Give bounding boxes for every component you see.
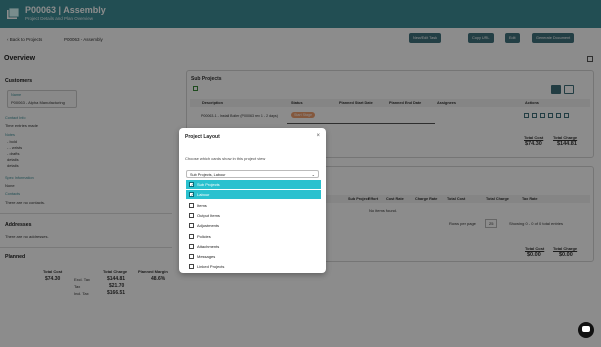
checkbox-icon[interactable] bbox=[189, 243, 194, 249]
option-item[interactable]: Attachments bbox=[186, 242, 321, 251]
checkbox-icon[interactable] bbox=[189, 223, 194, 229]
option-label: Attachments bbox=[197, 243, 220, 249]
checkbox-icon[interactable] bbox=[189, 212, 194, 218]
option-item[interactable]: Output Items bbox=[186, 211, 321, 220]
option-label: Labour bbox=[197, 192, 210, 198]
option-item[interactable]: Messages bbox=[186, 252, 321, 261]
option-label: Adjustments bbox=[197, 223, 220, 229]
option-item[interactable]: Items bbox=[186, 201, 321, 210]
checkbox-icon[interactable] bbox=[189, 202, 194, 208]
layout-select-value: Sub Projects, Labour bbox=[190, 172, 226, 177]
option-label: Policies bbox=[197, 233, 211, 239]
project-layout-dialog: Project Layout × Choose which cards show… bbox=[179, 128, 326, 273]
checkbox-icon[interactable] bbox=[189, 233, 194, 239]
checkmark-icon: ✓ bbox=[190, 191, 195, 197]
option-label: Sub Projects bbox=[197, 182, 220, 187]
option-item[interactable]: Linked Projects bbox=[186, 262, 321, 271]
chat-icon[interactable] bbox=[578, 322, 594, 338]
dialog-description: Choose which cards show in this project … bbox=[185, 156, 266, 161]
option-label: Output Items bbox=[197, 212, 220, 218]
checkbox-checked-icon[interactable]: ✓ bbox=[189, 182, 194, 187]
option-item[interactable]: ✓ Labour bbox=[186, 190, 321, 200]
checkbox-icon[interactable] bbox=[189, 264, 194, 270]
option-label: Linked Projects bbox=[197, 264, 225, 270]
close-icon[interactable]: × bbox=[316, 133, 320, 139]
chevron-down-icon: ⌄ bbox=[311, 172, 315, 177]
layout-select[interactable]: Sub Projects, Labour ⌄ bbox=[186, 170, 319, 178]
dialog-title: Project Layout bbox=[185, 134, 220, 140]
option-item[interactable]: ✓ Sub Projects bbox=[186, 180, 321, 189]
option-label: Items bbox=[197, 202, 207, 208]
checkbox-icon[interactable] bbox=[189, 254, 194, 260]
option-item[interactable]: Adjustments bbox=[186, 221, 321, 230]
option-item[interactable]: Policies bbox=[186, 232, 321, 241]
checkmark-icon: ✓ bbox=[190, 181, 195, 187]
option-label: Messages bbox=[197, 254, 216, 260]
checkbox-checked-icon[interactable]: ✓ bbox=[189, 191, 195, 198]
